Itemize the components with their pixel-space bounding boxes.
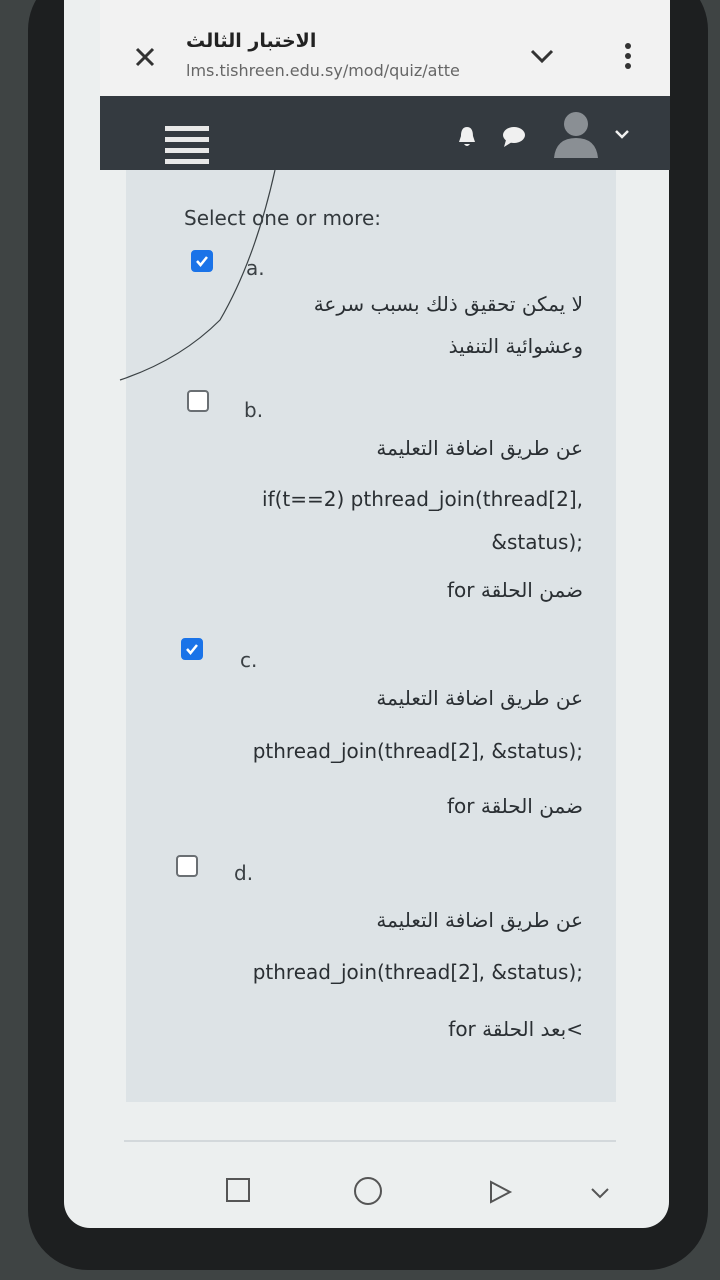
option-a-letter: a. [246,256,265,280]
home-button[interactable] [354,1177,382,1205]
divider [124,1140,616,1142]
page-title: الاختبار الثالث [186,30,317,52]
question-prompt: Select one or more: [184,206,381,230]
option-b-text-line1: عن طريق اضافة التعليمة [376,436,583,460]
nav-collapse-button[interactable] [588,1186,612,1202]
option-a-text-line2: وعشوائية التنفيذ [448,334,583,358]
option-d-code-line1: pthread_join(thread[2], &status); [252,960,583,984]
option-a-checkbox[interactable] [191,250,213,272]
option-d-text-line3: >بعد الحلقة for [448,1017,583,1041]
option-c-checkbox[interactable] [181,638,203,660]
kebab-menu-icon [625,43,631,69]
more-options-button[interactable] [618,40,638,72]
back-triangle-icon [490,1180,513,1204]
avatar-icon[interactable] [548,106,604,162]
option-c-text-line1: عن طريق اضافة التعليمة [376,686,583,710]
chat-icon[interactable] [500,124,528,148]
option-c-letter: c. [240,648,258,672]
option-c-text-line3: ضمن الحلقة for [446,794,583,818]
close-icon [135,47,155,67]
option-b-letter: b. [244,398,264,422]
expand-toolbar-button[interactable] [528,44,556,68]
option-b-code-line2: &status); [491,530,583,554]
chevron-down-icon [530,49,554,64]
option-d-letter: d. [234,861,254,885]
option-a-text-line1: لا يمكن تحقيق ذلك بسبب سرعة [313,292,583,316]
hamburger-icon[interactable] [165,126,209,164]
option-d-text-line1: عن طريق اضافة التعليمة [376,908,583,932]
close-tab-button[interactable] [130,42,160,72]
checkmark-icon [186,644,198,655]
option-c-code-line1: pthread_join(thread[2], &status); [252,739,583,763]
checkmark-icon [196,256,208,267]
option-b-text-line4: ضمن الحلقة for [446,578,583,602]
back-button[interactable] [486,1178,514,1206]
chevron-down-icon[interactable] [612,126,632,140]
chevron-down-icon [591,1188,609,1199]
option-d-checkbox[interactable] [176,855,198,877]
page-url[interactable]: lms.tishreen.edu.sy/mod/quiz/atte [186,61,506,80]
option-b-code-line1: if(t==2) pthread_join(thread[2], [262,487,583,511]
option-b-checkbox[interactable] [187,390,209,412]
bell-icon[interactable] [454,124,480,150]
recent-apps-button[interactable] [226,1178,250,1202]
